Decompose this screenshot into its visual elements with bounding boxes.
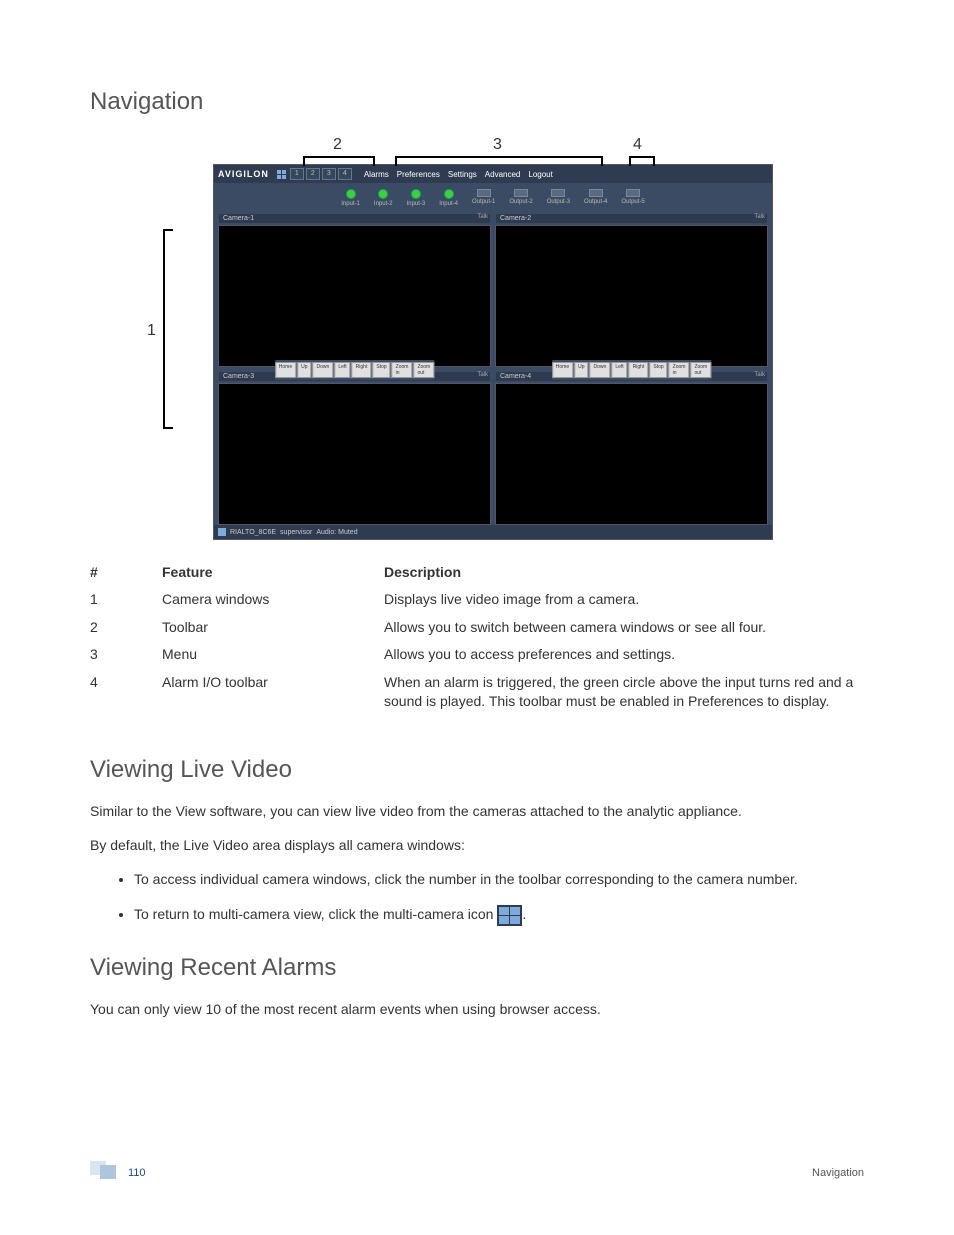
- paragraph: You can only view 10 of the most recent …: [90, 1000, 864, 1020]
- output-4[interactable]: Output-4: [584, 189, 607, 207]
- heading-navigation: Navigation: [90, 88, 864, 116]
- status-role: supervisor: [280, 529, 312, 536]
- ptz-stop[interactable]: Stop: [372, 362, 390, 378]
- app-screenshot: AVIGILON 1 2 3 4 Alarms Preferences Sett…: [213, 164, 773, 540]
- page-number: 110: [128, 1167, 146, 1179]
- list-item: To return to multi-camera view, click th…: [134, 904, 864, 926]
- table-row: 2 Toolbar Allows you to switch between c…: [90, 614, 864, 642]
- status-device: RIALTO_8C6E: [230, 529, 276, 536]
- app-logo: AVIGILON: [218, 169, 273, 179]
- camera-window-1[interactable]: Camera-1 Talk Home Up Down Left Right St…: [218, 225, 491, 367]
- list-item: To access individual camera windows, cli…: [134, 869, 864, 890]
- toolbar-cam-3[interactable]: 3: [322, 168, 336, 180]
- multi-camera-icon: [497, 905, 522, 926]
- bullet-list: To access individual camera windows, cli…: [134, 869, 864, 926]
- toolbar-cam-1[interactable]: 1: [290, 168, 304, 180]
- ptz-right[interactable]: Right: [352, 362, 372, 378]
- ptz-controls-2: Home Up Down Left Right Stop Zoom in Zoo…: [552, 360, 711, 380]
- ptz-home[interactable]: Home: [275, 362, 296, 378]
- menu-alarms[interactable]: Alarms: [364, 170, 389, 179]
- ptz-zoom-in[interactable]: Zoom in: [392, 362, 413, 378]
- page-footer: 110 Navigation: [90, 1161, 864, 1179]
- th-number: #: [90, 558, 162, 586]
- input-2[interactable]: Input-2: [374, 189, 393, 207]
- input-4[interactable]: Input-4: [439, 189, 458, 207]
- bracket-4: [629, 156, 655, 164]
- paragraph: By default, the Live Video area displays…: [90, 836, 864, 856]
- callout-3: 3: [493, 136, 502, 154]
- multi-camera-icon[interactable]: [277, 170, 286, 179]
- output-2[interactable]: Output-2: [509, 189, 532, 207]
- ptz-up[interactable]: Up: [297, 362, 311, 378]
- output-1[interactable]: Output-1: [472, 189, 495, 207]
- callout-1: 1: [147, 322, 156, 340]
- table-row: 3 Menu Allows you to access preferences …: [90, 641, 864, 669]
- bracket-2: [303, 156, 375, 164]
- heading-viewing-live: Viewing Live Video: [90, 756, 864, 784]
- output-3[interactable]: Output-3: [547, 189, 570, 207]
- feature-table: # Feature Description 1 Camera windows D…: [90, 558, 864, 716]
- table-row: 4 Alarm I/O toolbar When an alarm is tri…: [90, 669, 864, 716]
- callout-2: 2: [333, 136, 342, 154]
- ptz-left[interactable]: Left: [334, 362, 350, 378]
- status-bar: RIALTO_8C6E supervisor Audio: Muted: [214, 525, 772, 539]
- footer-section: Navigation: [812, 1167, 864, 1179]
- camera-window-2[interactable]: Camera-2 Talk Home Up Down Left Right St…: [495, 225, 768, 367]
- ptz-down[interactable]: Down: [313, 362, 334, 378]
- footer-decoration-icon: [90, 1161, 116, 1179]
- status-icon: [218, 528, 226, 536]
- output-5[interactable]: Output-5: [621, 189, 644, 207]
- input-1[interactable]: Input-1: [341, 189, 360, 207]
- camera-window-4[interactable]: Camera-4 Talk: [495, 383, 768, 525]
- menu-advanced[interactable]: Advanced: [485, 170, 521, 179]
- callout-4: 4: [633, 136, 642, 154]
- toolbar-cam-2[interactable]: 2: [306, 168, 320, 180]
- ptz-controls-1: Home Up Down Left Right Stop Zoom in Zoo…: [275, 360, 434, 380]
- heading-viewing-alarms: Viewing Recent Alarms: [90, 954, 864, 982]
- menu-preferences[interactable]: Preferences: [397, 170, 440, 179]
- alarm-io-toolbar: Input-1 Input-2 Input-3 Input-4 Output-1…: [214, 183, 772, 209]
- toolbar-cam-4[interactable]: 4: [338, 168, 352, 180]
- status-audio: Audio: Muted: [316, 529, 357, 536]
- camera-window-3[interactable]: Camera-3 Talk: [218, 383, 491, 525]
- table-row: 1 Camera windows Displays live video ima…: [90, 586, 864, 614]
- menu-bar: Alarms Preferences Settings Advanced Log…: [364, 170, 553, 179]
- bracket-1: [163, 229, 171, 429]
- th-description: Description: [384, 558, 864, 586]
- ptz-zoom-out[interactable]: Zoom out: [413, 362, 434, 378]
- th-feature: Feature: [162, 558, 384, 586]
- figure-container: 1 2 3 4 AVIGILON 1 2 3 4 Alarms Preferen…: [90, 134, 864, 540]
- paragraph: Similar to the View software, you can vi…: [90, 802, 864, 822]
- menu-logout[interactable]: Logout: [528, 170, 552, 179]
- input-3[interactable]: Input-3: [407, 189, 426, 207]
- app-header: AVIGILON 1 2 3 4 Alarms Preferences Sett…: [214, 165, 772, 183]
- bracket-3: [395, 156, 603, 164]
- camera-grid: Camera-1 Talk Home Up Down Left Right St…: [214, 209, 772, 525]
- menu-settings[interactable]: Settings: [448, 170, 477, 179]
